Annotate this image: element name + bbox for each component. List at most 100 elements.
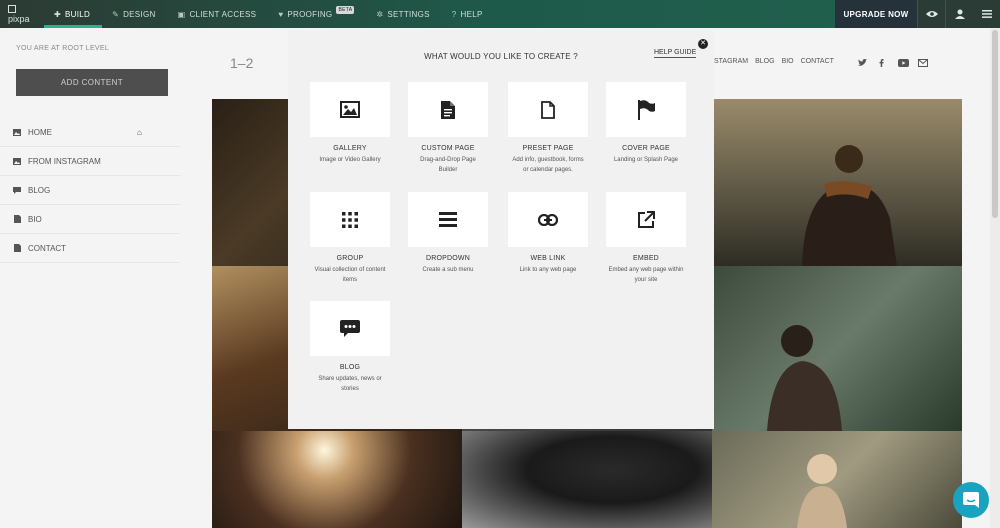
sidebar-item-from-instagram[interactable]: FROM INSTAGRAM bbox=[0, 147, 180, 176]
nav-proofing-label: PROOFING bbox=[287, 9, 333, 19]
youtube-icon[interactable] bbox=[898, 59, 909, 69]
chat-icon bbox=[963, 492, 979, 508]
sidebar-item-contact[interactable]: CONTACT bbox=[0, 234, 180, 263]
link-icon bbox=[538, 213, 558, 226]
tile-title: GALLERY bbox=[333, 145, 367, 152]
sidebar-item-label: BLOG bbox=[28, 185, 51, 195]
nav-client-access-label: CLIENT ACCESS bbox=[189, 9, 257, 19]
beta-badge: BETA bbox=[336, 6, 355, 14]
tile-description: Visual collection of content items bbox=[314, 267, 386, 283]
tile-preset-page-box[interactable] bbox=[508, 82, 588, 137]
sidebar-item-label: BIO bbox=[28, 214, 42, 224]
nav-settings[interactable]: ✲ SETTINGS bbox=[366, 0, 441, 28]
nav-proofing[interactable]: ♥ PROOFING BETA bbox=[268, 0, 366, 28]
pixpa-logo-mark bbox=[8, 4, 16, 13]
question-icon: ? bbox=[451, 9, 457, 19]
eye-icon bbox=[925, 11, 938, 17]
nav-help[interactable]: ? HELP bbox=[442, 0, 495, 28]
tile-custom-page[interactable]: CUSTOM PAGE Drag-and-Drop Page Builder bbox=[408, 82, 488, 175]
tile-preset-page[interactable]: PRESET PAGE Add info, guestbook, forms o… bbox=[508, 82, 588, 175]
sidebar-item-blog[interactable]: BLOG bbox=[0, 176, 180, 205]
tile-description: Create a sub menu bbox=[422, 267, 474, 273]
close-modal-button[interactable]: ✕ bbox=[698, 39, 708, 49]
nav-design[interactable]: ✎ DESIGN bbox=[102, 0, 168, 28]
lock-icon: ▣ bbox=[177, 9, 186, 19]
facebook-icon[interactable] bbox=[879, 59, 884, 69]
nav-client-access[interactable]: ▣ CLIENT ACCESS bbox=[168, 0, 269, 28]
tile-description: Add info, guestbook, forms or calendar p… bbox=[512, 157, 584, 173]
site-nav-instagram[interactable]: STAGRAM bbox=[714, 58, 748, 65]
image-icon bbox=[13, 128, 21, 136]
nav-design-label: DESIGN bbox=[123, 9, 156, 19]
tile-embed[interactable]: EMBED Embed any web page within your sit… bbox=[606, 192, 686, 285]
tile-dropdown-box[interactable] bbox=[408, 192, 488, 247]
comment-icon bbox=[13, 186, 21, 194]
tile-embed-box[interactable] bbox=[606, 192, 686, 247]
gear-icon: ✲ bbox=[376, 9, 384, 19]
scrollbar-thumb[interactable] bbox=[992, 30, 998, 218]
tile-title: WEB LINK bbox=[530, 255, 566, 262]
add-content-button[interactable]: ADD CONTENT bbox=[16, 69, 168, 96]
site-nav: STAGRAM BLOG BIO CONTACT bbox=[714, 58, 834, 65]
home-icon: ⌂ bbox=[137, 127, 142, 137]
sidebar-page-list: HOME ⌂ FROM INSTAGRAM BLOG BIO CONTACT bbox=[0, 118, 180, 263]
create-content-modal: WHAT WOULD YOU LIKE TO CREATE ? HELP GUI… bbox=[288, 30, 714, 429]
person-silhouette bbox=[797, 454, 847, 528]
tile-description: Embed any web page within your site bbox=[608, 267, 684, 283]
sidebar-item-bio[interactable]: BIO bbox=[0, 205, 180, 234]
tile-web-link-box[interactable] bbox=[508, 192, 588, 247]
blog-icon bbox=[340, 320, 360, 337]
tile-group-box[interactable] bbox=[310, 192, 390, 247]
tile-gallery-box[interactable] bbox=[310, 82, 390, 137]
tile-blog-box[interactable] bbox=[310, 301, 390, 356]
chat-widget-button[interactable] bbox=[953, 482, 989, 518]
upgrade-now-button[interactable]: UPGRADE NOW bbox=[835, 0, 917, 28]
site-nav-contact[interactable]: CONTACT bbox=[801, 58, 834, 65]
gallery-photo[interactable] bbox=[712, 266, 962, 431]
modal-title: WHAT WOULD YOU LIKE TO CREATE ? bbox=[424, 52, 578, 61]
tile-cover-page-box[interactable] bbox=[606, 82, 686, 137]
gallery-photo[interactable] bbox=[712, 431, 962, 528]
gallery-photo[interactable] bbox=[212, 431, 462, 528]
tile-title: DROPDOWN bbox=[426, 255, 470, 262]
tile-description: Share updates, news or stories bbox=[318, 376, 382, 392]
flag-icon bbox=[638, 99, 655, 120]
help-guide-link[interactable]: HELP GUIDE bbox=[654, 49, 697, 58]
nav-help-label: HELP bbox=[460, 9, 483, 19]
tile-custom-page-box[interactable] bbox=[408, 82, 488, 137]
tile-gallery[interactable]: GALLERY Image or Video Gallery bbox=[310, 82, 390, 165]
embed-icon bbox=[638, 210, 655, 228]
build-icon: ✚ bbox=[54, 9, 62, 19]
person-silhouette bbox=[767, 325, 842, 431]
sidebar-item-label: CONTACT bbox=[28, 243, 67, 253]
sidebar-item-label: FROM INSTAGRAM bbox=[28, 156, 101, 166]
brush-icon: ✎ bbox=[112, 9, 120, 19]
tile-dropdown[interactable]: DROPDOWN Create a sub menu bbox=[408, 192, 488, 275]
tile-group[interactable]: GROUP Visual collection of content items bbox=[310, 192, 390, 285]
sidebar-item-home[interactable]: HOME ⌂ bbox=[0, 118, 180, 147]
main-nav: ✚ BUILD ✎ DESIGN ▣ CLIENT ACCESS ♥ PROOF… bbox=[44, 0, 495, 28]
pixpa-logo[interactable]: pixpa bbox=[0, 0, 44, 28]
tile-blog[interactable]: BLOG Share updates, news or stories bbox=[310, 301, 390, 394]
twitter-icon[interactable] bbox=[858, 59, 867, 69]
nav-build[interactable]: ✚ BUILD bbox=[44, 0, 103, 28]
document-icon bbox=[13, 244, 21, 252]
account-button[interactable] bbox=[946, 0, 973, 28]
site-nav-blog[interactable]: BLOG bbox=[755, 58, 774, 65]
gallery-photo[interactable] bbox=[462, 431, 712, 528]
dropdown-icon bbox=[439, 212, 457, 227]
page-counter: 1–2 bbox=[230, 55, 254, 71]
mail-icon[interactable] bbox=[918, 59, 928, 69]
tile-title: GROUP bbox=[336, 255, 364, 262]
tile-description: Drag-and-Drop Page Builder bbox=[420, 157, 476, 173]
user-icon bbox=[954, 9, 965, 19]
gallery-photo[interactable] bbox=[712, 99, 962, 266]
tile-cover-page[interactable]: COVER PAGE Landing or Splash Page bbox=[606, 82, 686, 165]
site-nav-bio[interactable]: BIO bbox=[782, 58, 794, 65]
preview-button[interactable] bbox=[918, 0, 945, 28]
tile-web-link[interactable]: WEB LINK Link to any web page bbox=[508, 192, 588, 275]
person-silhouette bbox=[802, 145, 897, 266]
main-menu-button[interactable] bbox=[973, 0, 1000, 28]
preset-page-icon bbox=[541, 100, 555, 119]
menu-icon bbox=[981, 10, 992, 18]
